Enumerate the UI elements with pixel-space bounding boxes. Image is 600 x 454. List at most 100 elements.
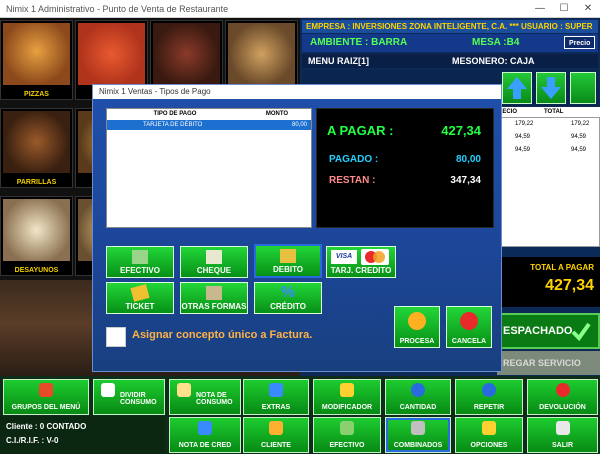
a-pagar-label: A PAGAR :	[327, 123, 394, 138]
up-arrow-button[interactable]	[502, 72, 532, 104]
modificador-button[interactable]: MODIFICADOR	[313, 379, 381, 415]
category-parrillas[interactable]: PARRILLAS	[0, 108, 73, 188]
undo-icon	[198, 421, 212, 435]
chicken-image	[228, 23, 295, 85]
credito-button[interactable]: % CRÉDITO	[254, 282, 322, 314]
total-value: 427,34	[545, 277, 594, 294]
down-arrow-icon	[541, 77, 561, 99]
gear-icon	[408, 312, 426, 330]
table-row[interactable]: TARJETA DE DÉBITO 80,00	[107, 120, 311, 130]
salir-button[interactable]: SALIR	[527, 417, 598, 453]
otras-formas-button[interactable]: OTRAS FORMAS	[180, 282, 248, 314]
basket-icon	[39, 383, 53, 397]
table-cell: 94,59	[571, 147, 587, 153]
devolucion-button[interactable]: DEVOLUCIÓN	[527, 379, 598, 415]
extras-button[interactable]: EXTRAS	[243, 379, 309, 415]
asignar-checkbox[interactable]	[106, 327, 126, 347]
total-panel: TOTAL A PAGAR 427,34	[500, 257, 600, 307]
efectivo-toolbar-button[interactable]: EFECTIVO	[313, 417, 381, 453]
mesa-label: MESA :B4	[472, 37, 520, 48]
ambiente-label: AMBIENTE : BARRA	[310, 37, 408, 48]
entregar-servicio-button[interactable]: REGAR SERVICIO	[497, 351, 600, 375]
cheque-button[interactable]: CHEQUE	[180, 246, 248, 278]
restan-value: 347,34	[450, 175, 481, 186]
precio-button[interactable]: Precio	[564, 36, 596, 49]
payment-type-header: TIPO DE PAGO	[107, 109, 243, 119]
table-cell: 94,59	[515, 134, 531, 140]
despachado-button[interactable]: ESPACHADO	[497, 313, 600, 349]
payment-table[interactable]: TIPO DE PAGO MONTO TARJETA DE DÉBITO 80,…	[106, 108, 312, 228]
menu-raiz-label: MENU RAIZ[1]	[308, 56, 369, 66]
app-title: Nimix 1 Administrativo - Punto de Venta …	[6, 3, 229, 14]
cantidad-button[interactable]: CANTIDAD	[385, 379, 451, 415]
company-bar: EMPRESA : INVERSIONES ZONA INTELIGENTE, …	[302, 20, 598, 33]
order-table[interactable]: 179,22 179,22 94,59 94,59 94,59 94,59	[492, 117, 600, 247]
visa-icon: VISA	[331, 250, 357, 264]
repeat-icon	[482, 383, 496, 397]
repetir-button[interactable]: REPETIR	[455, 379, 523, 415]
up-arrow-icon	[507, 77, 527, 99]
a-pagar-value: 427,34	[441, 123, 481, 138]
pizza-image	[3, 23, 70, 85]
percent-icon: %	[280, 284, 296, 301]
other-icon	[206, 286, 222, 300]
people-icon	[269, 421, 283, 435]
category-label: PARRILLAS	[16, 179, 57, 186]
menu-raiz-bar: MENU RAIZ[1] MESONERO: CAJA	[302, 54, 598, 68]
amount-summary: A PAGAR : 427,34 PAGADO : 80,00 RESTAN :…	[316, 108, 494, 228]
check-icon	[571, 322, 591, 342]
nota-consumo-button[interactable]: NOTA DE CONSUMO	[169, 379, 241, 415]
nota-credito-button[interactable]: NOTA DE CRED	[169, 417, 241, 453]
efectivo-button[interactable]: EFECTIVO	[106, 246, 174, 278]
cliente-button[interactable]: CLIENTE	[243, 417, 309, 453]
table-cell: 179,22	[515, 121, 534, 127]
table-cell: 179,22	[571, 121, 590, 127]
opciones-button[interactable]: OPCIONES	[455, 417, 523, 453]
breakfast-image	[3, 199, 70, 261]
plus-icon	[269, 383, 283, 397]
minus-icon	[555, 383, 570, 397]
procesa-button[interactable]: PROCESA	[394, 306, 440, 348]
tarjeta-credito-button[interactable]: VISA TARJ. CREDITO	[326, 246, 396, 278]
table-cell: 94,59	[515, 147, 531, 153]
document-icon	[101, 383, 115, 397]
asignar-label: Asignar concepto único a Factura.	[132, 329, 313, 341]
total-label: TOTAL A PAGAR	[530, 263, 594, 272]
ticket-icon	[130, 284, 150, 302]
close-button[interactable]: ✕	[576, 0, 600, 18]
card-icon	[280, 249, 296, 263]
cliente-text: Cliente : 0 CONTADO	[6, 422, 87, 431]
app-titlebar: Nimix 1 Administrativo - Punto de Venta …	[0, 0, 600, 18]
cash-icon	[132, 250, 148, 264]
ticket-button[interactable]: TICKET	[106, 282, 174, 314]
category-label: DESAYUNOS	[14, 267, 59, 274]
options-icon	[482, 421, 496, 435]
category-pizzas[interactable]: PIZZAS	[0, 20, 73, 100]
debito-button[interactable]: DEBITO	[254, 244, 322, 278]
dividir-consumo-button[interactable]: DIVIDIR CONSUMO	[93, 379, 165, 415]
pencil-icon	[340, 383, 354, 397]
mesonero-label: MESONERO: CAJA	[452, 56, 535, 66]
pasta-image	[78, 23, 145, 85]
restan-label: RESTAN :	[329, 175, 376, 186]
check-icon	[206, 250, 222, 264]
maximize-button[interactable]: ☐	[552, 0, 576, 18]
amount-header: MONTO	[243, 109, 311, 119]
grupos-menu-button[interactable]: GRUPOS DEL MENÚ	[3, 379, 89, 415]
steak-image	[153, 23, 220, 85]
scroll-button[interactable]	[570, 72, 596, 104]
grill-image	[3, 111, 70, 173]
combinados-button[interactable]: COMBINADOS	[385, 417, 451, 453]
rif-text: C.I./R.I.F. : V-0	[6, 436, 59, 445]
minimize-button[interactable]: —	[528, 0, 552, 18]
exit-icon	[555, 421, 570, 435]
x-icon	[411, 383, 425, 397]
environment-row: AMBIENTE : BARRA MESA :B4 Precio	[302, 34, 598, 52]
category-desayunos[interactable]: DESAYUNOS	[0, 196, 73, 276]
mastercard-icon	[361, 249, 389, 265]
pagado-label: PAGADO :	[329, 154, 379, 165]
client-info: Cliente : 0 CONTADO C.I./R.I.F. : V-0	[0, 416, 165, 454]
cancela-button[interactable]: CANCELA	[446, 306, 492, 348]
down-arrow-button[interactable]	[536, 72, 566, 104]
note-icon	[177, 383, 191, 397]
